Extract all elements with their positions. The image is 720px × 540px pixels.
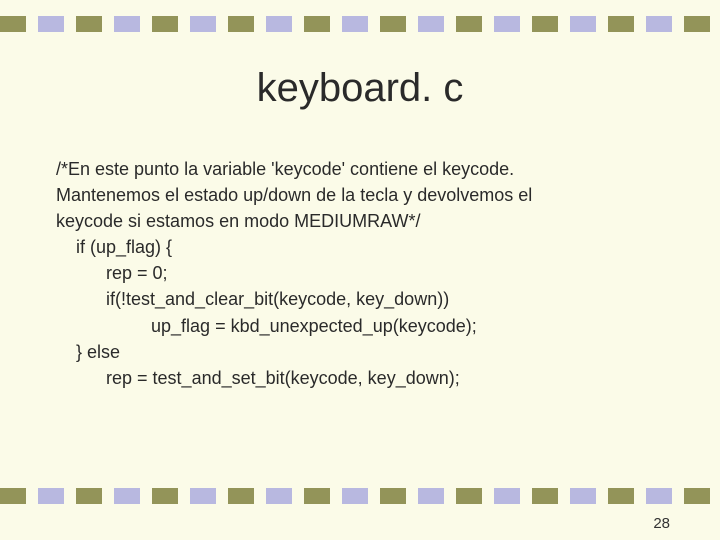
page-number: 28	[653, 515, 670, 532]
code-line: /*En este punto la variable 'keycode' co…	[56, 156, 680, 182]
code-line: keycode si estamos en modo MEDIUMRAW*/	[56, 208, 680, 234]
decorative-stripe-top	[0, 16, 720, 32]
code-line: rep = test_and_set_bit(keycode, key_down…	[56, 365, 680, 391]
code-line: if (up_flag) {	[56, 234, 680, 260]
code-line: up_flag = kbd_unexpected_up(keycode);	[56, 313, 680, 339]
decorative-stripe-bottom	[0, 488, 720, 504]
code-line: rep = 0;	[56, 260, 680, 286]
code-line: Mantenemos el estado up/down de la tecla…	[56, 182, 680, 208]
code-block: /*En este punto la variable 'keycode' co…	[56, 156, 680, 391]
code-line: if(!test_and_clear_bit(keycode, key_down…	[56, 286, 680, 312]
slide-title: keyboard. c	[0, 66, 720, 111]
code-line: } else	[56, 339, 680, 365]
